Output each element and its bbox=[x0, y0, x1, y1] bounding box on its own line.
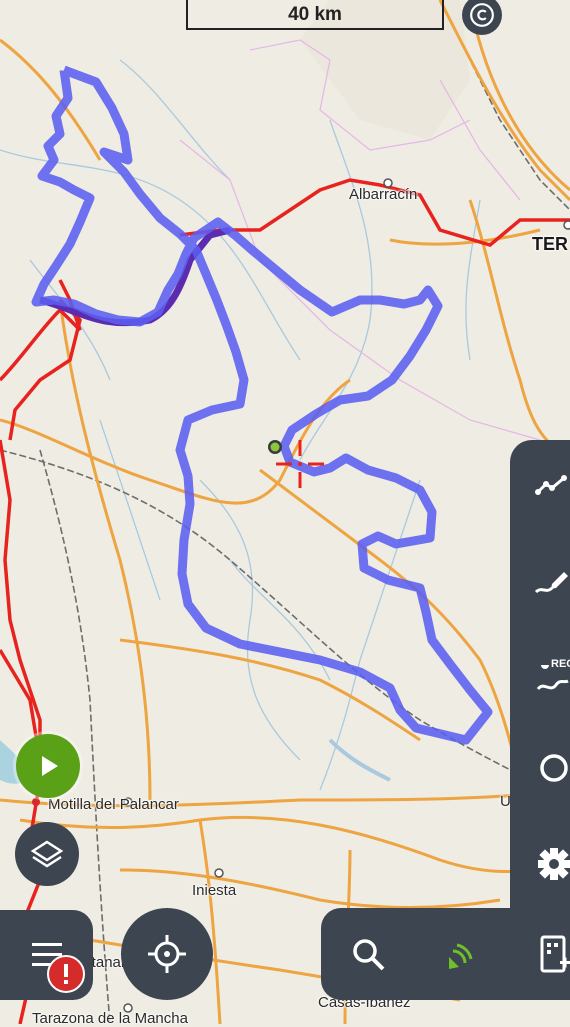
motilla-marker bbox=[32, 798, 40, 806]
track-draw-button[interactable] bbox=[530, 562, 570, 602]
layers-icon bbox=[30, 840, 64, 868]
search-button[interactable] bbox=[346, 932, 392, 978]
record-track-button[interactable] bbox=[530, 665, 570, 705]
track-draw-icon bbox=[534, 572, 568, 594]
layers-button[interactable] bbox=[15, 822, 79, 886]
place-motilla-del-palancar: Motilla del Palancar bbox=[48, 796, 179, 813]
play-button[interactable] bbox=[16, 734, 80, 798]
gps-signal-icon bbox=[449, 943, 473, 969]
settings-gear-icon bbox=[538, 848, 570, 880]
search-map-icon bbox=[540, 754, 568, 782]
settings-button[interactable] bbox=[532, 842, 570, 882]
rec-track-icon bbox=[536, 665, 569, 691]
alert-icon bbox=[64, 964, 68, 984]
track-line-icon bbox=[535, 475, 567, 495]
current-location-dot bbox=[270, 442, 280, 452]
search-map-button[interactable] bbox=[530, 748, 570, 788]
locate-button[interactable] bbox=[121, 908, 213, 1000]
device-button[interactable] bbox=[536, 932, 570, 978]
place-albarracin: Albarracín bbox=[349, 186, 418, 203]
alert-badge[interactable] bbox=[47, 955, 85, 993]
place-teruel: TER bbox=[532, 234, 568, 254]
place-iniesta: Iniesta bbox=[192, 882, 237, 899]
rivers bbox=[0, 59, 481, 791]
gps-signal-button[interactable] bbox=[438, 932, 484, 978]
rec-label: REC bbox=[551, 658, 570, 670]
search-icon bbox=[353, 939, 385, 971]
scale-label: 40 km bbox=[288, 4, 342, 25]
device-plus-icon bbox=[540, 935, 570, 973]
map-canvas[interactable] bbox=[0, 0, 570, 1024]
play-icon bbox=[42, 756, 58, 776]
scale-bar: 40 km bbox=[186, 0, 444, 30]
place-tarazona-de-la-mancha: Tarazona de la Mancha bbox=[32, 1010, 188, 1027]
locate-crosshair-icon bbox=[148, 935, 186, 973]
copyright-icon bbox=[470, 3, 494, 27]
track-line-button[interactable] bbox=[530, 464, 570, 504]
orange-roads bbox=[0, 0, 570, 1024]
